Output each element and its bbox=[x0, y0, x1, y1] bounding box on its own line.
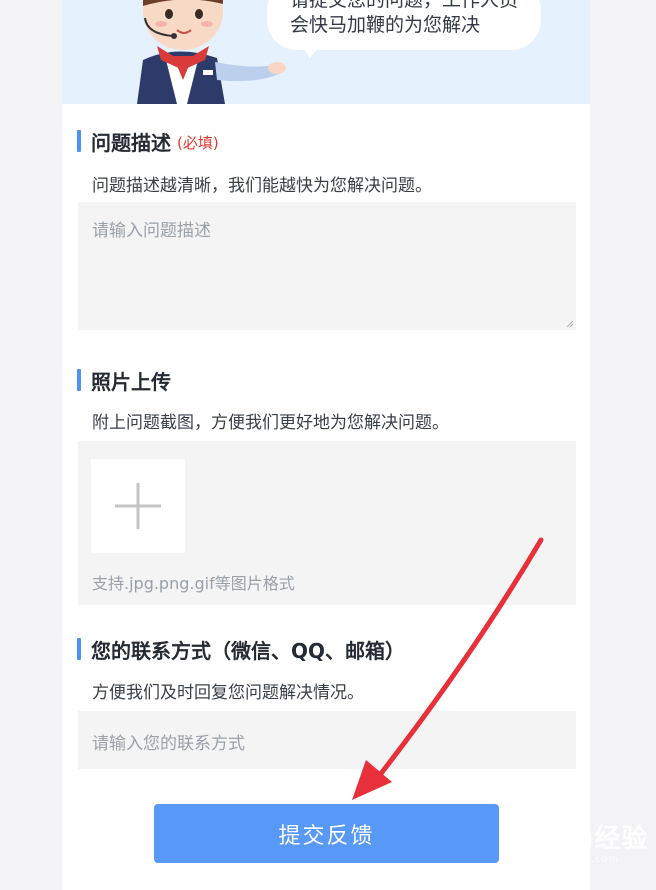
contact-section-description: 方便我们及时回复您问题解决情况。 bbox=[92, 683, 364, 703]
baidu-watermark: Baidu经验 jingyan.baidu.com bbox=[502, 818, 652, 878]
watermark-logo-text: Baidu经验 bbox=[506, 824, 649, 854]
contact-input-placeholder: 请输入您的联系方式 bbox=[92, 734, 245, 754]
submit-feedback-button[interactable]: 提交反馈 bbox=[154, 804, 499, 863]
problem-description-placeholder: 请输入问题描述 bbox=[92, 221, 211, 241]
photo-section-header: 照片上传 bbox=[77, 368, 171, 394]
speech-bubble-tail bbox=[300, 44, 322, 58]
photo-section-description: 附上问题截图，方便我们更好地为您解决问题。 bbox=[92, 413, 449, 433]
section-accent-bar bbox=[77, 638, 81, 660]
contact-section-header: 您的联系方式（微信、QQ、邮箱） bbox=[77, 637, 406, 663]
required-label: (必填) bbox=[177, 134, 219, 152]
speech-bubble-line-2: 会快马加鞭的为您解决 bbox=[290, 14, 481, 36]
add-photo-button[interactable] bbox=[91, 459, 185, 553]
plus-icon bbox=[115, 483, 161, 529]
problem-description-textarea[interactable]: 请输入问题描述 bbox=[78, 202, 576, 330]
speech-bubble-line-1: 请提交您的问题，工作人员 bbox=[290, 0, 519, 11]
problem-section-title: 问题描述 bbox=[91, 130, 171, 155]
contact-section-title: 您的联系方式（微信、QQ、邮箱） bbox=[91, 638, 406, 663]
header-banner: 请提交您的问题，工作人员 会快马加鞭的为您解决 bbox=[62, 0, 590, 104]
photo-format-hint: 支持.jpg.png.gif等图片格式 bbox=[92, 574, 295, 593]
section-accent-bar bbox=[77, 369, 81, 391]
problem-section-header: 问题描述 (必填) bbox=[77, 129, 219, 155]
watermark-url: jingyan.baidu.com bbox=[510, 854, 620, 865]
customer-service-mascot-icon bbox=[137, 0, 286, 104]
section-accent-bar bbox=[77, 130, 81, 152]
photo-section-title: 照片上传 bbox=[91, 369, 171, 394]
contact-input[interactable]: 请输入您的联系方式 bbox=[78, 711, 576, 769]
resize-handle-icon[interactable] bbox=[566, 320, 574, 328]
speech-bubble-text: 请提交您的问题，工作人员 会快马加鞭的为您解决 bbox=[290, 0, 540, 38]
problem-section-description: 问题描述越清晰，我们能越快为您解决问题。 bbox=[92, 176, 432, 196]
